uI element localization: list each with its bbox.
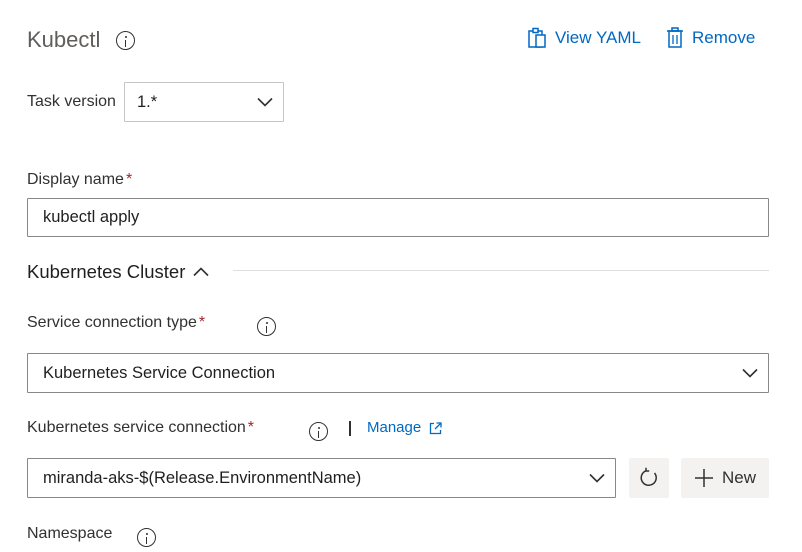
task-title: Kubectl (27, 27, 101, 52)
service-connection-type-label-text: Service connection type (27, 314, 197, 331)
task-panel: Kubectl View YAML Remove Task version 1.… (0, 0, 802, 552)
service-connection-label-text: Kubernetes service connection (27, 419, 246, 436)
display-name-value: kubectl apply (43, 208, 140, 226)
remove-button[interactable]: Remove (666, 24, 755, 52)
service-connection-select[interactable]: miranda-aks-$(Release.EnvironmentName) (27, 458, 616, 498)
manage-link[interactable]: Manage (367, 417, 442, 439)
required-mark: * (247, 419, 255, 436)
refresh-button[interactable] (629, 458, 669, 498)
new-label: New (721, 468, 756, 487)
section-kubernetes-cluster[interactable]: Kubernetes Cluster (27, 260, 209, 284)
refresh-icon (640, 467, 657, 486)
service-connection-type-value: Kubernetes Service Connection (43, 363, 276, 382)
chevron-down-icon (257, 97, 273, 107)
view-yaml-label: View YAML (555, 28, 641, 47)
trash-icon (667, 27, 683, 48)
plus-icon (694, 469, 713, 487)
display-name-label-text: Display name (27, 171, 124, 188)
external-link-icon (430, 421, 442, 434)
chevron-down-icon (589, 473, 605, 483)
display-name-input[interactable]: kubectl apply (27, 198, 769, 237)
info-icon[interactable] (137, 528, 156, 547)
required-mark: * (198, 314, 206, 331)
service-connection-value: miranda-aks-$(Release.EnvironmentName) (43, 468, 362, 487)
clipboard-icon (528, 27, 546, 48)
manage-label: Manage (367, 419, 422, 436)
info-icon[interactable] (257, 317, 276, 336)
new-connection-button[interactable]: New (681, 458, 769, 498)
info-icon[interactable] (116, 31, 135, 50)
service-connection-type-label: Service connection type * (27, 312, 205, 334)
service-connection-label: Kubernetes service connection * (27, 417, 254, 439)
required-mark: * (125, 171, 133, 188)
separator (349, 421, 351, 436)
display-name-label: Display name * (27, 169, 132, 191)
task-version-value: 1.* (137, 92, 158, 111)
task-version-label: Task version (27, 93, 116, 110)
info-icon[interactable] (309, 422, 328, 441)
remove-label: Remove (692, 28, 756, 47)
view-yaml-button[interactable]: View YAML (527, 24, 641, 52)
chevron-up-icon[interactable] (193, 267, 209, 277)
service-connection-type-select[interactable]: Kubernetes Service Connection (27, 353, 769, 393)
chevron-down-icon (742, 368, 758, 378)
namespace-label: Namespace (27, 525, 113, 542)
section-title: Kubernetes Cluster (27, 261, 186, 282)
task-version-select[interactable]: 1.* (124, 82, 284, 122)
section-divider (233, 270, 769, 271)
